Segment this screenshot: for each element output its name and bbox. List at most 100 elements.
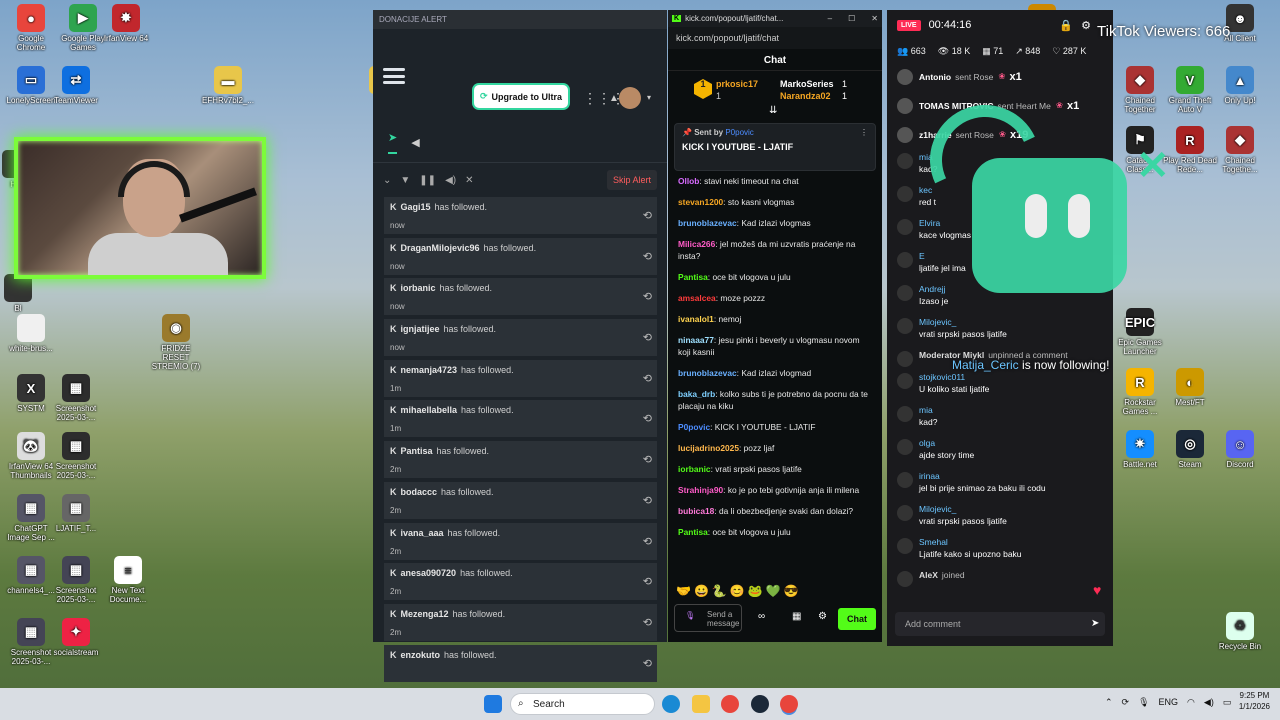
bell-icon[interactable]: ▲ [609,93,619,104]
clock[interactable]: 9:25 PM 1/1/2026 [1239,691,1270,711]
comment-user[interactable]: olga [919,437,1103,449]
chat-username[interactable]: stevan1200 [678,197,723,207]
desktop-icon[interactable]: ◆ Chained Togethe... [1212,126,1268,174]
comment-user[interactable]: Milojevic_ [919,503,1103,515]
skip-alert-button[interactable]: Skip Alert [606,170,657,190]
chat-username[interactable]: brunoblazevac [678,218,737,228]
comment-user[interactable]: Smehal [919,536,1103,548]
chrome-active-icon[interactable] [780,695,798,713]
desktop-icon[interactable]: ✷ Battle.net [1112,430,1168,469]
replay-icon[interactable]: ⟲ [643,535,652,548]
chat-username[interactable]: Pantisa [678,272,708,282]
filter-icon[interactable]: ▼ [400,175,410,186]
chat-username[interactable]: Strahinja90 [678,485,723,495]
replay-icon[interactable]: ⟲ [643,412,652,425]
desktop-icon[interactable]: ✦ socialstream [48,618,104,657]
desktop-icon[interactable]: ▦ Screenshot 2025-03-... [48,374,104,422]
lock-icon[interactable]: 🔒 [1059,19,1073,32]
gift-icon[interactable]: ▦ [792,611,801,622]
edge-icon[interactable] [662,695,680,713]
message-input[interactable]: 🎙 Send a message [674,604,742,632]
replay-icon[interactable]: ⟲ [643,657,652,670]
desktop-icon[interactable]: ◉ FRIDZE RESET STREMIO (7) [148,314,204,371]
desktop-icon[interactable]: ▦ LJATIF_T... [48,494,104,533]
chat-username[interactable]: Pantisa [678,527,708,537]
mute-icon[interactable]: ✕ [465,175,473,186]
more-icon[interactable]: ⋮ [860,128,868,137]
desktop-icon[interactable]: V Grand Theft Auto V [1162,66,1218,114]
chevron-up-icon[interactable]: ⌃ [1105,697,1113,708]
address-bar[interactable]: kick.com/popout/ljatif/chat [668,27,882,49]
desktop-icon[interactable]: white-brus... [3,314,59,353]
chat-username[interactable]: lucijadrino2025 [678,443,739,453]
volume-icon[interactable]: ◀) [445,175,456,186]
comment-user[interactable]: stojkovic011 [919,371,1103,383]
desktop-icon[interactable]: Bl [0,274,46,313]
desktop-icon[interactable]: ✸ IrfanView 64 [98,4,154,43]
chat-username[interactable]: brunoblazevac [678,368,737,378]
chat-username[interactable]: bubica18 [678,506,714,516]
gear-icon[interactable]: ⚙ [818,611,827,622]
avatar[interactable] [619,87,641,109]
upgrade-button[interactable]: ⟳ Upgrade to Ultra [474,85,568,108]
desktop-icon[interactable]: ☺ Discord [1212,430,1268,469]
comment-user[interactable]: mia [919,404,1103,416]
file-explorer-icon[interactable] [692,695,710,713]
send-icon[interactable]: ➤ [1091,618,1099,629]
battery-icon[interactable]: ▭ [1223,697,1232,708]
desktop-icon[interactable]: ▲ Only Up! [1212,66,1268,105]
replay-icon[interactable]: ⟲ [643,575,652,588]
add-comment-input[interactable]: Add comment [895,612,1105,636]
replay-icon[interactable]: ⟲ [643,290,652,303]
desktop-icon[interactable]: ● Google Chrome [3,4,59,52]
windows-start-icon[interactable] [484,695,502,713]
chat-username[interactable]: amsalcea [678,293,716,303]
steam-icon[interactable] [751,695,769,713]
wifi-icon[interactable]: ◠ [1187,697,1195,708]
chat-username[interactable]: Ollob [678,176,699,186]
desktop-icon[interactable]: ▬ EFHRv7bl2_... [200,66,256,105]
chevron-down-icon[interactable]: ▾ [647,93,651,102]
desktop-icon[interactable]: R Rockstar Games ... [1112,368,1168,416]
chat-username[interactable]: baka_drb [678,389,715,399]
volume-icon[interactable]: ◀) [1204,697,1214,708]
desktop-icon[interactable]: ⇄ TeamViewer [48,66,104,105]
emote-bar[interactable]: 🤝😀🐍😊🐸💚😎 [676,584,802,598]
minimize-icon[interactable]: – [828,14,832,23]
desktop-icon[interactable]: ◎ Steam [1162,430,1218,469]
send-icon[interactable]: ➤ [388,131,398,154]
mic-icon[interactable]: 🎙 [685,611,695,620]
heart-icon[interactable]: ♥ [1093,582,1101,598]
chrome-icon[interactable] [721,695,739,713]
chat-send-button[interactable]: Chat [838,608,876,630]
maximize-icon[interactable]: ☐ [848,14,855,23]
mic-icon[interactable]: 🎙 [1138,697,1149,708]
desktop-icon[interactable]: ◐ Mest/FT [1162,368,1218,407]
replay-icon[interactable]: ⟲ [643,250,652,263]
chat-username[interactable]: iorbanic [678,464,711,474]
megaphone-icon[interactable]: ◀ [411,136,419,149]
desktop-icon[interactable]: EPIC Epic Games Launcher [1112,308,1168,356]
comment-user[interactable]: irinaa [919,470,1103,482]
network-sync-icon[interactable]: ⟳ [1122,697,1130,708]
chat-username[interactable]: P0povic [678,422,710,432]
gear-icon[interactable]: ⚙ [1081,19,1091,32]
desktop-icon[interactable]: R Play Red Dead Rede... [1162,126,1218,174]
chat-username[interactable]: Milica266 [678,239,715,249]
replay-icon[interactable]: ⟲ [643,209,652,222]
replay-icon[interactable]: ⟲ [643,331,652,344]
hamburger-menu-icon[interactable] [383,68,405,84]
desktop-icon[interactable]: ≡ New Text Docume... [100,556,156,604]
pause-icon[interactable]: ❚❚ [419,175,436,186]
chevron-down-icon[interactable]: ⌄ [383,175,391,186]
replay-icon[interactable]: ⟲ [643,372,652,385]
taskbar-search[interactable]: ⌕ Search [510,693,655,715]
desktop-icon[interactable]: ▦ Screenshot 2025-03-... [48,432,104,480]
replay-icon[interactable]: ⟲ [643,616,652,629]
replay-icon[interactable]: ⟲ [643,453,652,466]
comment-user[interactable]: AleX [919,570,938,580]
replay-icon[interactable]: ⟲ [643,494,652,507]
emoji-icon[interactable]: ∞ [758,611,765,622]
comment-user[interactable]: Milojevic_ [919,316,1103,328]
chat-username[interactable]: ninaaa77 [678,335,714,345]
